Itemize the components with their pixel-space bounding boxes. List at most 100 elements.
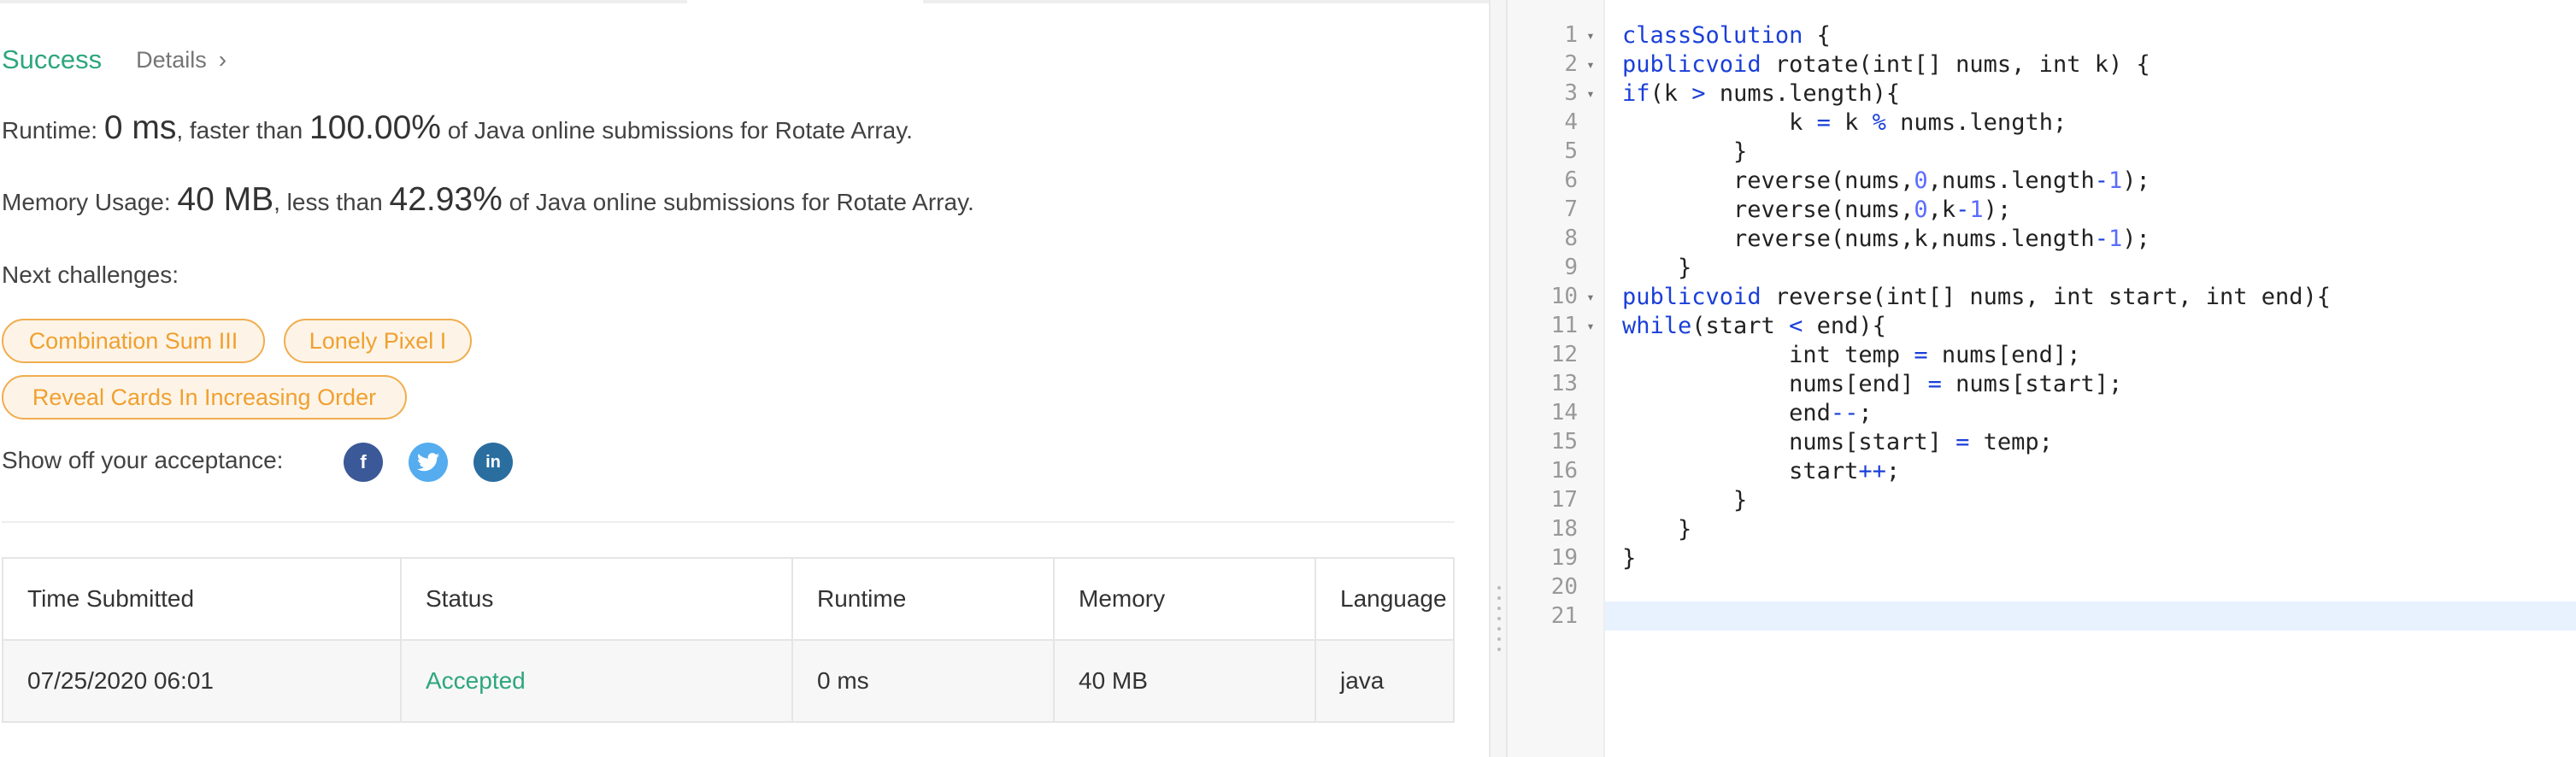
cell-language: java [1314,639,1455,723]
line-number: 5 [1508,137,1603,166]
cell-time-submitted: 07/25/2020 06:01 [2,639,402,723]
linkedin-icon[interactable]: in [473,443,513,482]
share-label: Show off your acceptance: [2,447,284,473]
code-line[interactable]: reverse(nums, 0 ,nums.length -1); [1622,166,2150,195]
line-number: 16 [1508,456,1603,485]
twitter-icon[interactable] [409,443,448,482]
drag-handle-icon [1497,586,1501,658]
line-number-gutter: 1 ▾ 2 ▾ 3 ▾ 4 5 6 7 8 9 10 ▾ 11 ▾ 12 13 14 15 16 17 18 19 20 21 [1508,0,1605,757]
memory-prefix: Memory Usage: [2,189,178,215]
code-editor[interactable]: 1 ▾ 2 ▾ 3 ▾ 4 5 6 7 8 9 10 ▾ 11 ▾ 12 13 14 15 16 17 18 19 20 21 c… [1508,0,2576,757]
table-header-row: Time Submitted Status Runtime Memory Lan… [2,557,1455,641]
line-number: 6 [1508,166,1603,195]
fold-toggle-icon[interactable]: ▾ [1578,56,1603,73]
divider [2,521,1455,523]
details-label: Details [136,46,207,73]
status-success: Success [2,44,103,74]
line-number-label: 18 [1550,516,1578,542]
result-header: Success Details › [2,43,226,77]
challenge-chip[interactable]: Lonely Pixel I [284,319,472,363]
line-number-label: 11 [1550,313,1578,338]
line-number: 17 [1508,485,1603,514]
tab-underline-right [923,0,1489,3]
line-number-label: 19 [1550,545,1578,571]
submission-result-panel: Success Details › Runtime: 0 ms, faster … [0,0,1489,757]
memory-summary: Memory Usage: 40 MB, less than 42.93% of… [2,181,974,219]
code-line[interactable]: end --; [1622,398,1873,427]
line-number: 1 ▾ [1508,21,1603,50]
memory-suffix: of Java online submissions for Rotate Ar… [502,189,974,215]
code-line[interactable]: nums[start] = temp; [1622,427,2053,456]
panel-resize-handle[interactable] [1489,0,1508,757]
line-number: 9 [1508,253,1603,282]
column-header[interactable]: Time Submitted [2,557,402,641]
column-header[interactable]: Runtime [791,557,1055,641]
line-number-label: 15 [1550,429,1578,455]
line-number: 13 [1508,369,1603,398]
line-number: 7 [1508,195,1603,224]
cell-memory: 40 MB [1053,639,1316,723]
table-row[interactable]: 07/25/2020 06:01 Accepted 0 ms 40 MB jav… [2,639,1455,723]
column-header[interactable]: Status [400,557,793,641]
next-challenges-label: Next challenges: [2,261,179,288]
code-line[interactable]: } [1622,543,1636,572]
active-line-highlight [1605,601,2576,631]
challenge-chip[interactable]: Combination Sum III [2,319,265,363]
runtime-summary: Runtime: 0 ms, faster than 100.00% of Ja… [2,109,913,147]
memory-mid: , less than [273,189,390,215]
line-number-label: 14 [1550,400,1578,425]
line-number-label: 5 [1564,138,1578,164]
cell-status-accepted[interactable]: Accepted [400,639,793,723]
code-line[interactable]: reverse(nums, 0 ,k -1); [1622,195,2011,224]
challenge-label: Lonely Pixel I [309,327,447,354]
runtime-suffix: of Java online submissions for Rotate Ar… [440,117,913,144]
line-number: 19 [1508,543,1603,572]
code-line[interactable]: } [1622,253,1691,282]
runtime-mid: , faster than [176,117,309,144]
line-number-label: 2 [1564,51,1578,77]
line-number-label: 6 [1564,167,1578,193]
line-number-label: 1 [1564,22,1578,48]
facebook-icon[interactable]: f [344,443,383,482]
code-line[interactable]: while (start < end){ [1622,311,1886,340]
line-number: 3 ▾ [1508,79,1603,108]
line-number-label: 16 [1550,458,1578,484]
code-line[interactable]: } [1622,137,1747,166]
runtime-prefix: Runtime: [2,117,104,144]
fold-toggle-icon[interactable]: ▾ [1578,85,1603,102]
code-line[interactable]: reverse(nums,k,nums.length -1); [1622,224,2150,253]
line-number: 8 [1508,224,1603,253]
code-line[interactable]: if (k > nums.length){ [1622,79,1900,108]
line-number-label: 8 [1564,226,1578,251]
fold-toggle-icon[interactable]: ▾ [1578,289,1603,305]
code-line[interactable]: nums[end] = nums[start]; [1622,369,2122,398]
code-line[interactable]: } [1622,514,1691,543]
memory-percentile: 42.93% [389,181,503,218]
line-number-label: 3 [1564,80,1578,106]
line-number-label: 20 [1550,574,1578,600]
runtime-percentile: 100.00% [309,109,441,146]
code-line[interactable]: public void rotate(int[] nums, int k) { [1622,50,2150,79]
details-link[interactable]: Details › [136,46,226,73]
challenge-chip[interactable]: Reveal Cards In Increasing Order [2,375,407,420]
fold-toggle-icon[interactable]: ▾ [1578,318,1603,334]
code-line[interactable]: public void reverse(int[] nums, int star… [1622,282,2331,311]
code-line[interactable]: k = k % nums.length; [1622,108,2067,137]
line-number-label: 17 [1550,487,1578,513]
cell-runtime: 0 ms [791,639,1055,723]
line-number: 10 ▾ [1508,282,1603,311]
memory-value: 40 MB [177,181,274,218]
code-line[interactable]: int temp = nums[end]; [1622,340,2080,369]
column-header[interactable]: Memory [1053,557,1316,641]
fold-toggle-icon[interactable]: ▾ [1578,27,1603,44]
code-line[interactable]: } [1622,485,1747,514]
line-number-label: 9 [1564,255,1578,280]
code-line[interactable]: start ++; [1622,456,1900,485]
chevron-right-icon: › [218,46,227,73]
challenge-label: Combination Sum III [28,327,238,354]
code-line[interactable]: class Solution { [1622,21,1831,50]
challenge-label: Reveal Cards In Increasing Order [32,384,377,410]
column-header[interactable]: Language [1314,557,1455,641]
line-number: 12 [1508,340,1603,369]
line-number-label: 21 [1550,603,1578,629]
